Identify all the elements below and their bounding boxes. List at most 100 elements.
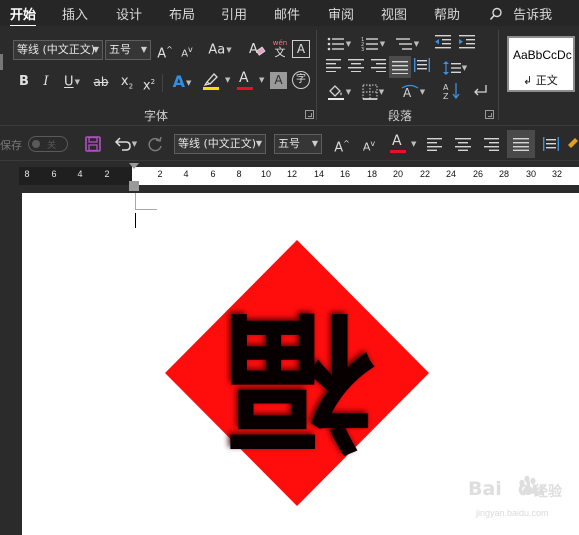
underline-button[interactable]: U▼ [58, 72, 86, 92]
clear-formatting-button[interactable]: A [247, 40, 267, 60]
font-name-value: 等线 (中文正文) [17, 43, 96, 56]
first-line-indent-marker[interactable] [129, 163, 139, 169]
font-color-button[interactable]: A ▼ [236, 70, 266, 94]
enclose-characters-button[interactable]: 字 [292, 71, 310, 89]
font-size-combo[interactable]: 五号 ▼ [105, 40, 151, 60]
ruler-number: 6 [210, 169, 216, 179]
svg-text:A: A [443, 83, 449, 92]
tab-help[interactable]: 帮助 [434, 4, 460, 23]
ruler-number: 4 [183, 169, 189, 179]
italic-button[interactable]: I [36, 72, 56, 92]
align-left-icon [326, 59, 341, 72]
paragraph-dialog-launcher[interactable] [485, 110, 494, 119]
sort-icon: A Z [443, 83, 460, 101]
fu-character-image[interactable]: 福 福 [165, 240, 429, 506]
align-right-button[interactable] [368, 58, 388, 78]
font-name-combo[interactable]: 等线 (中文正文) ▼ [13, 40, 103, 60]
redo-button[interactable] [144, 133, 166, 155]
tab-design[interactable]: 设计 [116, 4, 142, 23]
align-center-button[interactable] [346, 58, 366, 78]
chinese-layout-button[interactable]: A ▼ [398, 82, 428, 102]
qat-font-name-combo[interactable]: 等线 (中文正文) ▼ [174, 134, 266, 154]
multilevel-list-button[interactable]: ▼ [392, 34, 422, 54]
qat-align-left-button[interactable] [424, 133, 446, 155]
paragraph-group-label: 段落 [388, 109, 413, 123]
tab-insert[interactable]: 插入 [62, 4, 88, 23]
multilevel-list-icon [395, 38, 412, 50]
increase-indent-button[interactable] [457, 34, 477, 54]
autosave-label: 保存 [0, 139, 22, 152]
subscript-button[interactable]: x2 [117, 72, 137, 92]
qat-highlighter-button[interactable] [566, 133, 579, 155]
qat-font-size-combo[interactable]: 五号 ▼ [274, 134, 322, 154]
align-left-button[interactable] [324, 58, 344, 78]
watermark-url: jingyan.baidu.com [476, 508, 549, 518]
style-sample-text: AaBbCcDc [513, 48, 572, 62]
qat-justify-button[interactable] [507, 130, 535, 158]
autosave-toggle[interactable]: 关 [28, 136, 68, 152]
tab-layout[interactable]: 布局 [169, 4, 195, 23]
character-shading-button[interactable]: A [270, 72, 287, 89]
line-spacing-button[interactable]: ▼ [440, 58, 470, 78]
ruler-number: 2 [104, 169, 110, 179]
redo-icon [148, 136, 162, 152]
tab-review[interactable]: 审阅 [328, 4, 354, 23]
justify-button[interactable] [389, 56, 411, 78]
underline-icon: U [64, 74, 74, 90]
tab-home[interactable]: 开始 [10, 4, 37, 27]
save-button[interactable] [82, 133, 104, 155]
fu-glyph-text: 福 [224, 292, 375, 468]
divider [316, 30, 317, 120]
font-color-swatch [237, 87, 253, 90]
ruler-number: 20 [392, 169, 404, 179]
text-effects-button[interactable]: A▼ [168, 72, 196, 92]
tab-view[interactable]: 视图 [381, 4, 407, 23]
superscript-icon: x [142, 78, 151, 94]
ruler-number: 16 [339, 169, 351, 179]
highlight-color-button[interactable]: ▼ [202, 70, 232, 94]
document-page[interactable]: 福 福 Baidu 经验 jingyan.baidu.com [22, 193, 579, 535]
qat-font-color-button[interactable]: A ▼ [388, 133, 420, 155]
bold-button[interactable]: B [14, 72, 34, 92]
show-formatting-marks-button[interactable] [470, 82, 490, 102]
qat-align-center-button[interactable] [452, 133, 474, 155]
qat-font-size-value: 五号 [278, 137, 300, 150]
font-dialog-launcher[interactable] [305, 110, 314, 119]
superscript-button[interactable]: x2 [139, 72, 159, 94]
change-case-button[interactable]: Aa▼ [205, 40, 235, 60]
bullets-button[interactable]: ▼ [324, 34, 354, 54]
toggle-knob [32, 140, 40, 148]
qat-shrink-font-button[interactable]: Av [358, 133, 380, 155]
tell-me-search[interactable]: 告诉我 [489, 4, 552, 23]
qat-align-right-button[interactable] [480, 133, 502, 155]
distributed-button[interactable] [412, 58, 432, 78]
menu-tab-bar: 开始 插入 设计 布局 引用 邮件 审阅 视图 帮助 告诉我 [0, 0, 579, 27]
lightbulb-icon [489, 7, 502, 21]
svg-text:Z: Z [443, 92, 449, 100]
ruler-number: 2 [157, 169, 163, 179]
shrink-font-button[interactable]: Av [177, 40, 197, 60]
phonetic-guide-button[interactable]: wén 文 [271, 38, 289, 62]
highlighter-icon [568, 138, 578, 148]
shading-button[interactable]: ▼ [324, 82, 354, 102]
horizontal-ruler[interactable]: 8 6 4 2 2 4 6 8 10 12 14 16 18 20 22 24 … [19, 167, 579, 185]
divider [162, 74, 163, 92]
tab-mailings[interactable]: 邮件 [274, 4, 300, 23]
text-effects-icon: A [172, 72, 185, 91]
grow-font-button[interactable]: A^ [155, 40, 175, 61]
qat-distributed-button[interactable] [540, 133, 562, 155]
tab-references[interactable]: 引用 [221, 4, 247, 23]
left-indent-marker[interactable] [129, 181, 139, 191]
numbering-button[interactable]: 1 2 3 ▼ [358, 34, 388, 54]
qat-grow-font-button[interactable]: A^ [331, 133, 353, 155]
strikethrough-button[interactable]: ab [91, 72, 111, 92]
ruler-number: 22 [419, 169, 431, 179]
style-normal-tile[interactable]: AaBbCcDc ↲ 正文 [507, 36, 575, 92]
font-group-label: 字体 [144, 109, 169, 123]
text-cursor [135, 213, 136, 228]
decrease-indent-button[interactable] [433, 34, 453, 54]
borders-button[interactable]: ▼ [358, 82, 388, 102]
undo-button[interactable]: ▼ [110, 133, 140, 155]
sort-button[interactable]: A Z [442, 82, 462, 102]
character-border-button[interactable]: A [292, 40, 310, 58]
